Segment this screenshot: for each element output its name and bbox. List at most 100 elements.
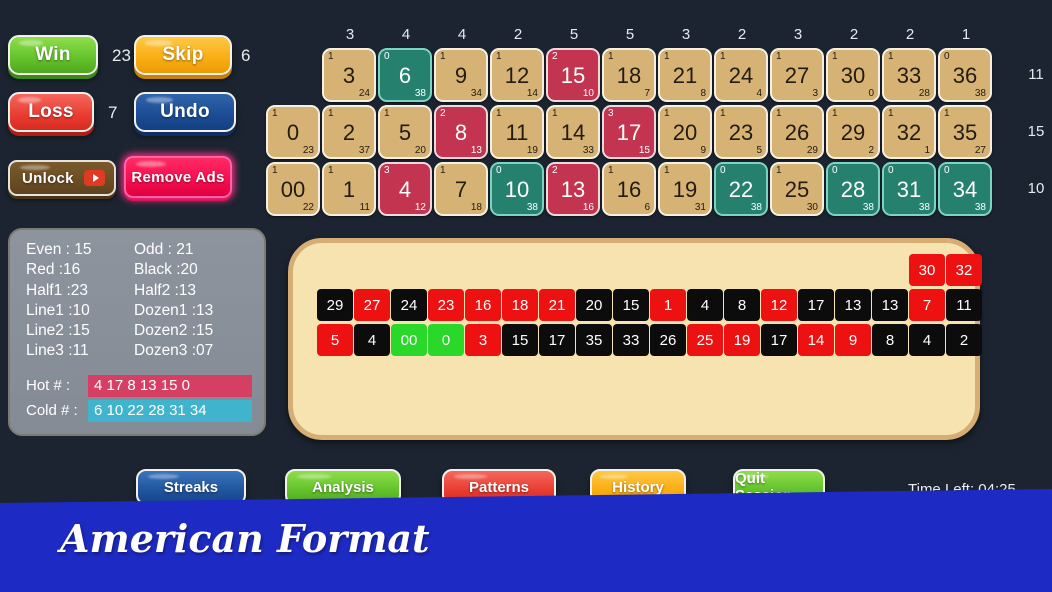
history-chip[interactable]: 15 (502, 324, 538, 356)
history-chip[interactable]: 1 (650, 289, 686, 321)
history-chip[interactable]: 17 (798, 289, 834, 321)
grid-number-cell[interactable]: 1 14 33 (546, 105, 600, 159)
grid-number-cell[interactable]: 1 29 2 (826, 105, 880, 159)
grid-number-cell[interactable]: 1 9 34 (434, 48, 488, 102)
history-chip[interactable]: 19 (724, 324, 760, 356)
grid-number-cell[interactable]: 1 7 18 (434, 162, 488, 216)
grid-number-cell[interactable]: 1 35 27 (938, 105, 992, 159)
history-chip[interactable]: 35 (576, 324, 612, 356)
loss-button-label: Loss (28, 101, 74, 122)
history-chip[interactable]: 29 (317, 289, 353, 321)
grid-number-cell[interactable]: 1 27 3 (770, 48, 824, 102)
history-chip[interactable]: 32 (946, 254, 982, 286)
history-chip[interactable]: 30 (909, 254, 945, 286)
history-chip[interactable]: 17 (539, 324, 575, 356)
grid-number-cell[interactable]: 1 2 37 (322, 105, 376, 159)
grid-number-cell[interactable]: 1 24 4 (714, 48, 768, 102)
grid-cell-topleft: 1 (888, 108, 894, 119)
hot-cold-section: Hot # : 4 17 8 13 15 0 Cold # : 6 10 22 … (26, 375, 252, 423)
grid-column-header: 3 (793, 26, 803, 43)
grid-number-cell[interactable]: 0 31 38 (882, 162, 936, 216)
history-chip[interactable]: 25 (687, 324, 723, 356)
history-chip[interactable]: 5 (317, 324, 353, 356)
grid-number-cell[interactable]: 0 10 38 (490, 162, 544, 216)
grid-number-cell[interactable]: 1 23 5 (714, 105, 768, 159)
grid-number-cell[interactable]: 0 36 38 (938, 48, 992, 102)
grid-number-cell[interactable]: 1 33 28 (882, 48, 936, 102)
history-chip[interactable]: 27 (354, 289, 390, 321)
history-chip[interactable]: 11 (946, 289, 982, 321)
grid-number-cell[interactable]: 1 11 19 (490, 105, 544, 159)
grid-cell-bottomright: 6 (644, 202, 650, 213)
remove-ads-button[interactable]: Remove Ads (124, 156, 232, 198)
win-button[interactable]: Win (8, 35, 98, 75)
history-chip[interactable]: 4 (687, 289, 723, 321)
grid-cell-number: 28 (840, 177, 866, 202)
grid-number-cell[interactable]: 0 28 38 (826, 162, 880, 216)
history-chip[interactable]: 00 (391, 324, 427, 356)
history-chip[interactable]: 8 (872, 324, 908, 356)
grid-cell-topleft: 1 (552, 108, 558, 119)
history-chip[interactable]: 21 (539, 289, 575, 321)
history-chip[interactable]: 12 (761, 289, 797, 321)
grid-cell-number: 4 (398, 177, 412, 202)
history-chip[interactable]: 26 (650, 324, 686, 356)
history-chip[interactable]: 17 (761, 324, 797, 356)
history-chip[interactable]: 16 (465, 289, 501, 321)
history-chip[interactable]: 4 (909, 324, 945, 356)
history-chip[interactable]: 13 (872, 289, 908, 321)
grid-number-cell[interactable]: 2 13 16 (546, 162, 600, 216)
history-chip[interactable]: 15 (613, 289, 649, 321)
history-chip[interactable]: 33 (613, 324, 649, 356)
grid-number-cell[interactable]: 3 17 15 (602, 105, 656, 159)
grid-number-cell[interactable]: 1 30 0 (826, 48, 880, 102)
grid-number-cell[interactable]: 2 8 13 (434, 105, 488, 159)
grid-cell-bottomright: 0 (868, 88, 874, 99)
grid-number-cell[interactable]: 3 4 12 (378, 162, 432, 216)
history-chip[interactable]: 23 (428, 289, 464, 321)
grid-cell-topleft: 1 (328, 165, 334, 176)
grid-number-cell[interactable]: 1 26 29 (770, 105, 824, 159)
grid-number-cell[interactable]: 1 19 31 (658, 162, 712, 216)
grid-number-cell[interactable]: 1 1 11 (322, 162, 376, 216)
grid-number-cell[interactable]: 1 3 24 (322, 48, 376, 102)
history-chip[interactable]: 8 (724, 289, 760, 321)
loss-button[interactable]: Loss (8, 92, 94, 132)
grid-number-cell[interactable]: 1 18 7 (602, 48, 656, 102)
grid-number-cell[interactable]: 1 0 23 (266, 105, 320, 159)
grid-number-cell[interactable]: 1 20 9 (658, 105, 712, 159)
history-chip[interactable]: 7 (909, 289, 945, 321)
grid-cell-topleft: 1 (776, 165, 782, 176)
undo-button[interactable]: Undo (134, 92, 236, 132)
grid-cell-bottomright: 4 (756, 88, 762, 99)
grid-number-cell[interactable]: 1 16 6 (602, 162, 656, 216)
history-chip[interactable]: 13 (835, 289, 871, 321)
history-chip[interactable]: 0 (428, 324, 464, 356)
grid-number-cell[interactable]: 1 32 1 (882, 105, 936, 159)
grid-column-header: 4 (401, 26, 411, 43)
grid-number-cell[interactable]: 1 12 14 (490, 48, 544, 102)
unlock-button[interactable]: Unlock (8, 160, 116, 196)
history-chip[interactable]: 3 (465, 324, 501, 356)
grid-number-cell[interactable]: 1 25 30 (770, 162, 824, 216)
stat-right: Dozen1 :13 (134, 301, 214, 319)
grid-number-cell[interactable]: 1 00 22 (266, 162, 320, 216)
streaks-button[interactable]: Streaks (136, 469, 246, 505)
undo-button-label: Undo (160, 101, 210, 122)
grid-number-cell[interactable]: 0 6 38 (378, 48, 432, 102)
history-chip[interactable]: 4 (354, 324, 390, 356)
grid-cell-bottomright: 38 (918, 202, 930, 213)
history-chip[interactable]: 14 (798, 324, 834, 356)
history-chip[interactable]: 2 (946, 324, 982, 356)
grid-number-cell[interactable]: 1 5 20 (378, 105, 432, 159)
grid-cell-number: 2 (342, 120, 356, 145)
history-chip[interactable]: 20 (576, 289, 612, 321)
grid-number-cell[interactable]: 0 34 38 (938, 162, 992, 216)
grid-number-cell[interactable]: 2 15 10 (546, 48, 600, 102)
skip-button[interactable]: Skip (134, 35, 232, 75)
grid-number-cell[interactable]: 0 22 38 (714, 162, 768, 216)
grid-number-cell[interactable]: 1 21 8 (658, 48, 712, 102)
history-chip[interactable]: 18 (502, 289, 538, 321)
history-chip[interactable]: 24 (391, 289, 427, 321)
history-chip[interactable]: 9 (835, 324, 871, 356)
